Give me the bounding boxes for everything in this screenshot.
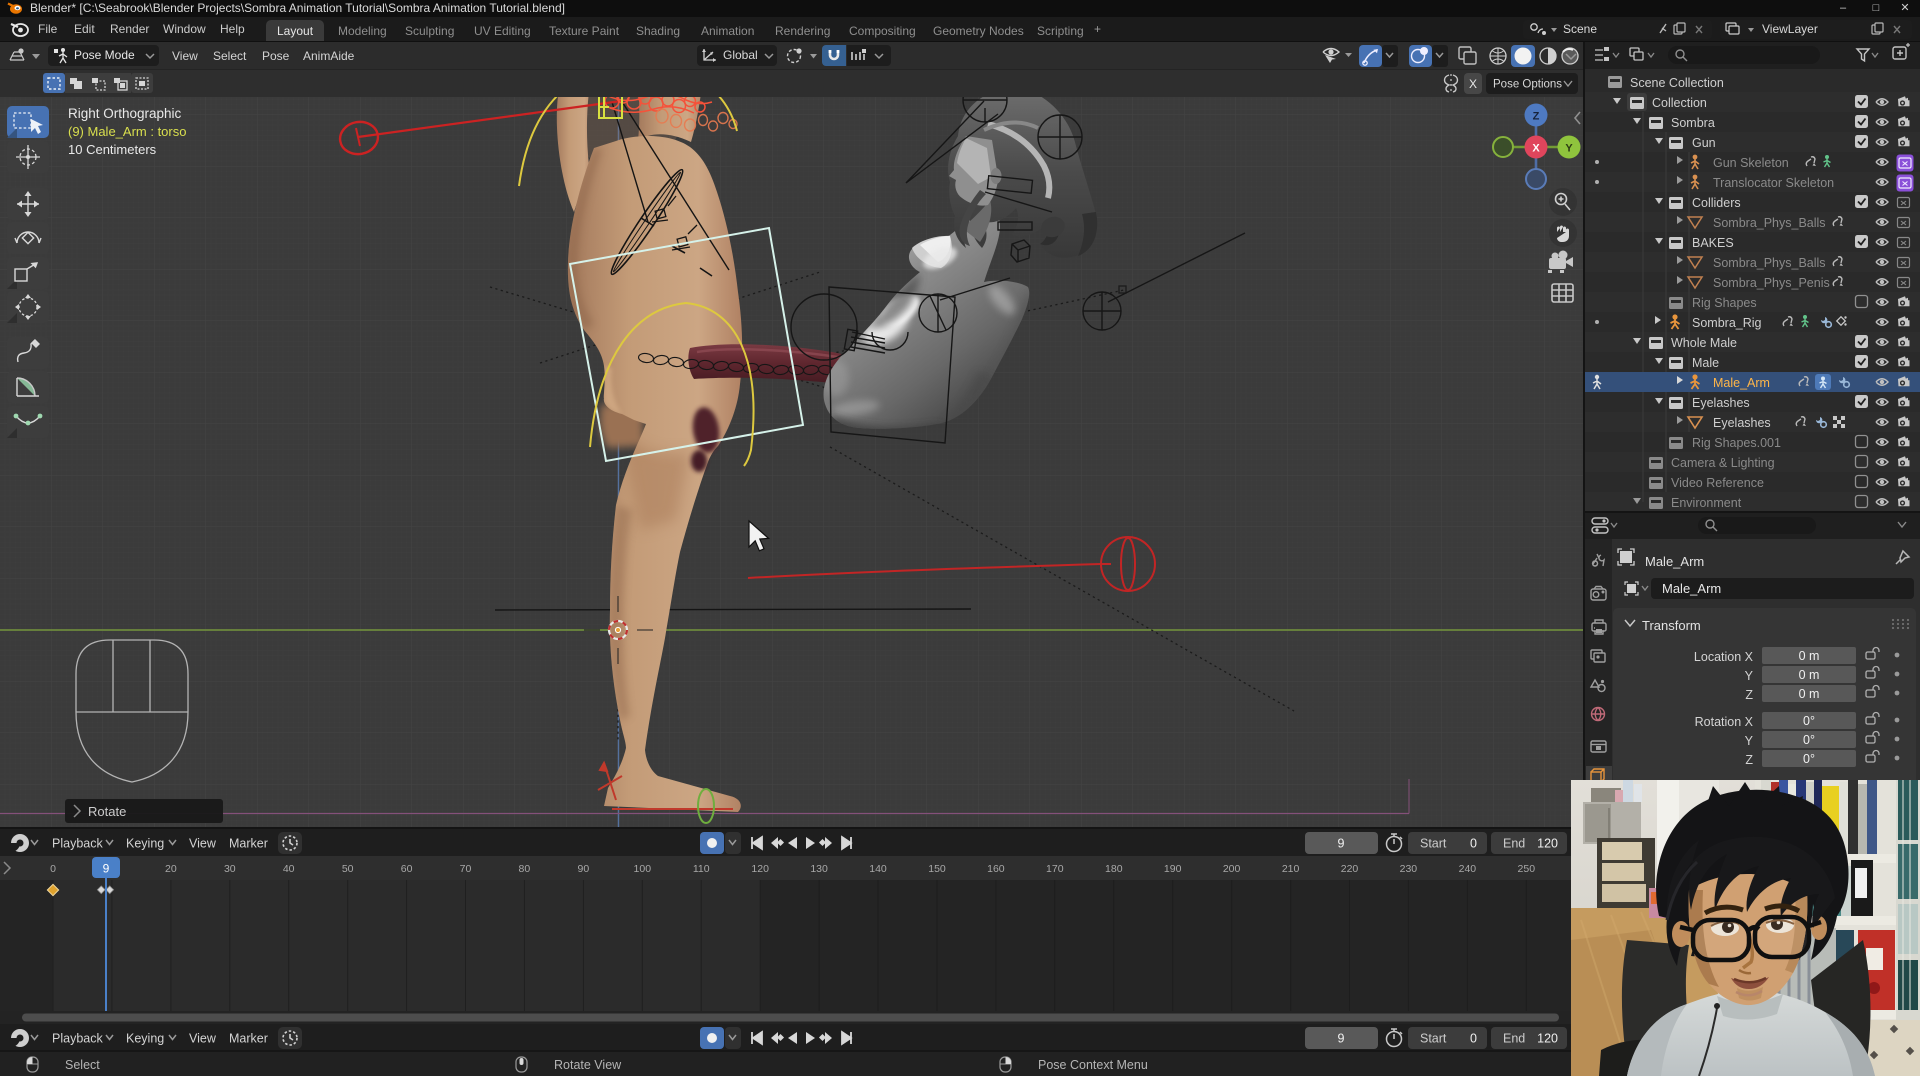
svg-text:90: 90 <box>578 863 590 875</box>
svg-text:Male_Arm: Male_Arm <box>1662 581 1721 596</box>
svg-text:Playback: Playback <box>52 837 103 851</box>
svg-text:120: 120 <box>1537 837 1558 851</box>
svg-text:0 m: 0 m <box>1799 649 1820 663</box>
svg-text:170: 170 <box>1046 863 1064 875</box>
svg-text:100: 100 <box>634 863 652 875</box>
svg-text:Male_Arm: Male_Arm <box>1645 554 1704 569</box>
svg-text:Eyelashes: Eyelashes <box>1692 396 1750 410</box>
svg-text:Camera & Lighting: Camera & Lighting <box>1671 456 1775 470</box>
svg-text:Rotate View: Rotate View <box>554 1058 622 1072</box>
svg-text:Start: Start <box>1420 837 1447 851</box>
svg-text:0°: 0° <box>1803 733 1815 747</box>
svg-text:0: 0 <box>1470 837 1477 851</box>
svg-text:Environment: Environment <box>1671 496 1742 510</box>
svg-text:0 m: 0 m <box>1799 668 1820 682</box>
svg-text:Rig Shapes: Rig Shapes <box>1692 296 1757 310</box>
svg-text:210: 210 <box>1282 863 1300 875</box>
svg-text:Rotate: Rotate <box>88 804 126 819</box>
svg-text:160: 160 <box>987 863 1005 875</box>
svg-text:Sombra: Sombra <box>1671 116 1715 130</box>
svg-text:70: 70 <box>460 863 472 875</box>
svg-text:(9) Male_Arm : torso: (9) Male_Arm : torso <box>68 124 186 139</box>
svg-text:80: 80 <box>519 863 531 875</box>
svg-text:Z: Z <box>1533 111 1540 123</box>
svg-text:110: 110 <box>693 863 710 875</box>
svg-text:Y: Y <box>1565 143 1573 155</box>
svg-text:Select: Select <box>65 1058 100 1072</box>
svg-text:150: 150 <box>928 863 946 875</box>
svg-text:Video Reference: Video Reference <box>1671 476 1764 490</box>
svg-text:View: View <box>189 837 217 851</box>
svg-text:Whole Male: Whole Male <box>1671 336 1737 350</box>
svg-text:Rotation X: Rotation X <box>1695 715 1754 729</box>
svg-text:180: 180 <box>1105 863 1123 875</box>
svg-text:Male_Arm: Male_Arm <box>1713 376 1770 390</box>
svg-text:230: 230 <box>1400 863 1418 875</box>
svg-text:Male: Male <box>1692 356 1719 370</box>
svg-text:0°: 0° <box>1803 714 1815 728</box>
svg-text:Gun: Gun <box>1692 136 1716 150</box>
svg-text:Pose Context Menu: Pose Context Menu <box>1038 1058 1148 1072</box>
svg-text:190: 190 <box>1164 863 1182 875</box>
svg-text:200: 200 <box>1223 863 1241 875</box>
svg-text:220: 220 <box>1341 863 1359 875</box>
svg-text:Marker: Marker <box>229 837 268 851</box>
svg-text:50: 50 <box>342 863 354 875</box>
svg-text:Eyelashes: Eyelashes <box>1713 416 1771 430</box>
svg-text:X: X <box>1532 143 1540 155</box>
svg-text:0°: 0° <box>1803 752 1815 766</box>
svg-text:60: 60 <box>401 863 413 875</box>
svg-text:Y: Y <box>1745 669 1754 683</box>
svg-text:Sombra_Rig: Sombra_Rig <box>1692 316 1762 330</box>
svg-text:130: 130 <box>810 863 828 875</box>
svg-text:120: 120 <box>751 863 769 875</box>
svg-text:140: 140 <box>869 863 887 875</box>
svg-text:Keying: Keying <box>126 837 164 851</box>
svg-text:30: 30 <box>224 863 236 875</box>
svg-text:9: 9 <box>103 862 110 876</box>
svg-text:Collection: Collection <box>1652 96 1707 110</box>
svg-text:Transform: Transform <box>1642 618 1701 633</box>
svg-text:240: 240 <box>1459 863 1477 875</box>
svg-text:Sombra_Phys_Balls: Sombra_Phys_Balls <box>1713 256 1826 270</box>
svg-text:Colliders: Colliders <box>1692 196 1741 210</box>
svg-text:Pose Options: Pose Options <box>1493 79 1562 91</box>
svg-text:Sombra_Phys_Balls: Sombra_Phys_Balls <box>1713 216 1826 230</box>
svg-text:250: 250 <box>1518 863 1536 875</box>
svg-text:Sombra_Phys_Penis: Sombra_Phys_Penis <box>1713 276 1830 290</box>
svg-text:0: 0 <box>50 863 56 875</box>
svg-text:Rig Shapes.001: Rig Shapes.001 <box>1692 436 1781 450</box>
svg-text:Gun Skeleton: Gun Skeleton <box>1713 156 1789 170</box>
svg-text:Z: Z <box>1745 688 1753 702</box>
svg-text:Location X: Location X <box>1694 650 1754 664</box>
svg-text:BAKES: BAKES <box>1692 236 1734 250</box>
svg-text:Right Orthographic: Right Orthographic <box>68 106 182 121</box>
svg-text:Y: Y <box>1745 734 1754 748</box>
svg-text:9: 9 <box>1338 837 1345 851</box>
svg-text:X: X <box>1469 77 1477 91</box>
svg-text:40: 40 <box>283 863 295 875</box>
svg-text:0 m: 0 m <box>1799 687 1820 701</box>
svg-text:End: End <box>1503 837 1525 851</box>
svg-text:20: 20 <box>165 863 177 875</box>
svg-text:Translocator Skeleton: Translocator Skeleton <box>1713 176 1834 190</box>
svg-text:Scene Collection: Scene Collection <box>1630 76 1724 90</box>
svg-text:Z: Z <box>1745 753 1753 767</box>
svg-text:10 Centimeters: 10 Centimeters <box>68 142 157 157</box>
